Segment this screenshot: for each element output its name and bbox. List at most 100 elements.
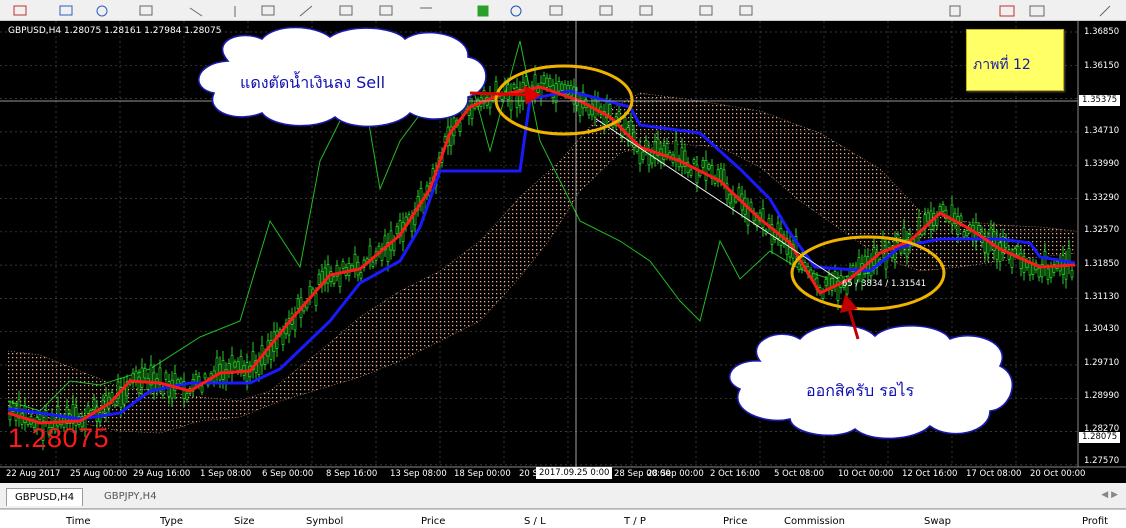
- price-chart[interactable]: [0, 21, 1126, 483]
- tab-gbpusd-h4[interactable]: GBPUSD,H4: [6, 488, 84, 506]
- candle-body: [557, 81, 561, 92]
- candle-body: [965, 230, 969, 237]
- arrow-icon: [1099, 5, 1111, 17]
- candle-body: [548, 78, 552, 87]
- candle-body: [881, 237, 885, 252]
- grid-icon: [261, 5, 275, 16]
- x-tick-label: 1 Sep 08:00: [200, 469, 252, 479]
- candle-body: [176, 379, 180, 385]
- candle-body: [926, 212, 930, 223]
- candle-body: [941, 203, 945, 212]
- chart-title: GBPUSD,H4 1.28075 1.28161 1.27984 1.2807…: [8, 26, 222, 36]
- candle-body: [572, 86, 576, 105]
- candle-body: [170, 379, 174, 399]
- candle-body: [296, 298, 300, 309]
- candle-body: [317, 273, 321, 285]
- x-cursor-label: 2017.09.25 0:00: [536, 467, 613, 479]
- candle-body: [347, 263, 351, 276]
- chart-window[interactable]: GBPUSD,H4 1.28075 1.28161 1.27984 1.2807…: [0, 21, 1126, 483]
- y-tick-label: 1.31850: [1084, 259, 1120, 269]
- candle-body: [1049, 266, 1053, 278]
- candle-body: [719, 168, 723, 181]
- col-swap[interactable]: Swap: [924, 516, 951, 527]
- x-tick-label: 18 Sep 00:00: [454, 469, 511, 479]
- x-tick-label: 10 Oct 00:00: [838, 469, 894, 479]
- col-type[interactable]: Type: [160, 516, 183, 527]
- candle-body: [650, 152, 654, 164]
- candle-body: [86, 405, 90, 414]
- col-size[interactable]: Size: [234, 516, 255, 527]
- col-commission[interactable]: Commission: [784, 516, 845, 527]
- candle-body: [977, 225, 981, 233]
- candle-body: [692, 159, 696, 164]
- candle-body: [221, 360, 225, 380]
- cloud-bottom-text: ออกสิครับ รอไร: [806, 381, 915, 400]
- period-icon: [339, 5, 353, 16]
- y-tick-label: 1.30430: [1084, 324, 1120, 334]
- col-price[interactable]: Price: [421, 516, 445, 527]
- candle-body: [587, 106, 591, 116]
- col-sl[interactable]: S / L: [524, 516, 546, 527]
- text-tool-icon: [699, 5, 713, 16]
- options-icon: [599, 5, 613, 16]
- candle-body: [458, 121, 462, 133]
- candle-body: [641, 151, 645, 160]
- candle-body: [44, 410, 48, 422]
- candle-body: [887, 242, 891, 248]
- candle-body: [239, 356, 243, 371]
- candle-body: [185, 392, 189, 400]
- candle-body: [137, 376, 141, 394]
- candle-body: [1028, 262, 1032, 276]
- x-tick-label: 8 Sep 16:00: [326, 469, 378, 479]
- candle-body: [92, 398, 96, 411]
- candle-body: [512, 83, 516, 89]
- x-tick-label: 29 Aug 16:00: [133, 469, 191, 479]
- tab-gbpjpy-h4[interactable]: GBPJPY,H4: [96, 488, 165, 505]
- x-tick-label: 25 Aug 00:00: [70, 469, 128, 479]
- trendline-icon: [299, 5, 313, 17]
- candle-body: [1037, 268, 1041, 278]
- candle-body: [395, 226, 399, 235]
- note-text: ภาพที่ 12: [973, 57, 1031, 73]
- col-profit[interactable]: Profit: [1082, 516, 1108, 527]
- candle-body: [827, 274, 831, 289]
- terminal-panel: Time Type Size Symbol Price S / L T / P …: [0, 509, 1126, 528]
- candle-body: [542, 75, 546, 84]
- candle-body: [215, 357, 219, 375]
- zoom-in-icon: [189, 7, 203, 17]
- toolbar-icons: [13, 5, 1111, 17]
- candle-body: [524, 76, 528, 86]
- toolbar: [0, 0, 1126, 21]
- candle-body: [998, 242, 1002, 262]
- candle-body: [689, 169, 693, 176]
- col-time[interactable]: Time: [66, 516, 90, 527]
- candle-body: [704, 160, 708, 181]
- y-tick-label: 1.33990: [1084, 159, 1120, 169]
- col-symbol[interactable]: Symbol: [306, 516, 343, 527]
- chart-icon: [59, 5, 73, 16]
- candle-body: [638, 146, 642, 165]
- x-tick-label: 13 Sep 08:00: [390, 469, 447, 479]
- candle-body: [179, 378, 183, 384]
- candle-body: [338, 273, 342, 287]
- chart-tabs: GBPUSD,H4 GBPJPY,H4 ◀ ▶: [0, 484, 1126, 509]
- objects-icon: [949, 5, 961, 17]
- col-price-current[interactable]: Price: [723, 516, 747, 527]
- candle-body: [1016, 245, 1020, 256]
- candle-body: [824, 278, 828, 287]
- y-tick-label: 1.36850: [1084, 27, 1120, 37]
- candle-body: [203, 373, 207, 379]
- fibo-icon: [999, 5, 1015, 17]
- col-tp[interactable]: T / P: [624, 516, 646, 527]
- tab-scroll-arrows[interactable]: ◀ ▶: [1101, 490, 1118, 500]
- candle-body: [629, 120, 633, 138]
- y-tick-label: 1.33290: [1084, 193, 1120, 203]
- candle-body: [236, 361, 240, 371]
- add-indicator-icon: [477, 5, 489, 17]
- y-price-level-label: 1.35375: [1079, 95, 1121, 106]
- x-tick-label: 2 Oct 16:00: [710, 469, 761, 479]
- x-tick-label: 12 Oct 16:00: [902, 469, 958, 479]
- y-current-price-label: 1.28075: [1079, 432, 1121, 443]
- candle-body: [545, 77, 549, 88]
- candle-body: [653, 141, 657, 159]
